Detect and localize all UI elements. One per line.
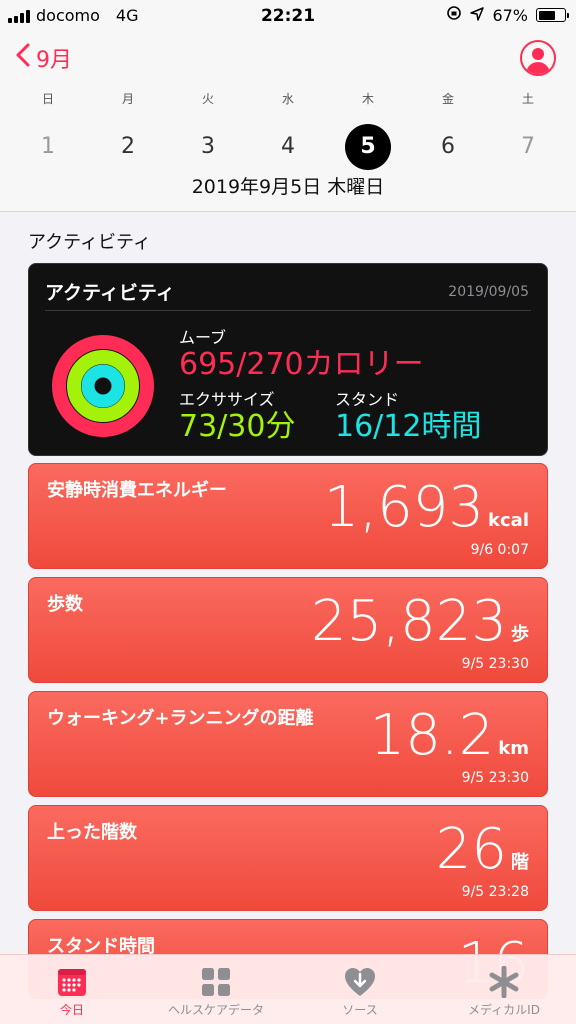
day-column[interactable]: 水4 <box>248 90 328 170</box>
steps-card[interactable]: 歩数 25,823 歩 9/5 23:30 <box>28 577 548 683</box>
weekday-label: 日 <box>41 92 54 106</box>
tab-bar: 今日 ヘルスケアデータ ソース メディカルID <box>0 954 576 1024</box>
weekday-label: 木 <box>361 92 374 106</box>
location-icon <box>470 6 485 25</box>
day-number[interactable]: 4 <box>265 124 311 170</box>
weekday-label: 土 <box>521 92 534 106</box>
card-unit: 階 <box>511 852 529 873</box>
day-number[interactable]: 7 <box>505 124 551 170</box>
battery-percent: 67% <box>492 5 528 25</box>
resting-energy-card[interactable]: 安静時消費エネルギー 1,693 kcal 9/6 0:07 <box>28 463 548 569</box>
tab-today[interactable]: 今日 <box>0 955 144 1024</box>
profile-button[interactable] <box>520 40 556 76</box>
selected-day-number[interactable]: 5 <box>345 124 391 170</box>
asterisk-icon <box>432 965 576 999</box>
tab-medical-id[interactable]: メディカルID <box>432 955 576 1024</box>
tab-label: メディカルID <box>468 1003 540 1017</box>
week-strip: 日1 月2 火3 水4 木5 金6 土7 <box>8 90 568 170</box>
card-unit: kcal <box>488 510 529 531</box>
card-timestamp: 9/5 23:30 <box>461 770 529 786</box>
weekday-label: 水 <box>281 92 294 106</box>
move-metric: ムーブ 695/270カロリー <box>179 324 424 382</box>
move-value: 695/270カロリー <box>179 347 424 382</box>
chevron-left-icon <box>16 43 30 73</box>
tab-label: 今日 <box>59 1003 84 1017</box>
move-label: ムーブ <box>179 328 227 347</box>
status-bar: docomo 4G 22:21 67% <box>0 0 576 32</box>
card-timestamp: 9/5 23:30 <box>461 656 529 672</box>
day-column[interactable]: 金6 <box>408 90 488 170</box>
battery-icon <box>536 8 569 22</box>
tab-sources[interactable]: ソース <box>288 955 432 1024</box>
divider <box>45 310 531 311</box>
card-value: 26 階 <box>435 817 529 882</box>
profile-icon <box>532 48 544 60</box>
day-column[interactable]: 火3 <box>168 90 248 170</box>
card-value: 18.2 km <box>369 703 529 768</box>
card-unit: km <box>498 738 529 759</box>
day-number[interactable]: 3 <box>185 124 231 170</box>
grid-icon <box>144 965 288 999</box>
section-title: アクティビティ <box>28 232 151 253</box>
day-number[interactable]: 1 <box>25 124 71 170</box>
stand-label: スタンド <box>335 390 400 409</box>
exercise-value: 73/30分 <box>179 409 296 444</box>
calendar-icon <box>0 965 144 999</box>
weekday-label: 金 <box>441 92 454 106</box>
selected-date-label: 2019年9月5日 木曜日 <box>191 176 385 198</box>
heart-download-icon <box>288 965 432 999</box>
card-timestamp: 9/6 0:07 <box>470 542 529 558</box>
card-label: 歩数 <box>47 594 83 615</box>
card-label: ウォーキング+ランニングの距離 <box>47 708 314 729</box>
card-value: 25,823 歩 <box>311 589 529 654</box>
exercise-label: エクササイズ <box>179 390 275 409</box>
tab-label: ヘルスケアデータ <box>167 1003 264 1017</box>
card-timestamp: 9/5 23:28 <box>461 884 529 900</box>
distance-card[interactable]: ウォーキング+ランニングの距離 18.2 km 9/5 23:30 <box>28 691 548 797</box>
card-unit: 歩 <box>511 624 529 645</box>
day-column[interactable]: 木5 <box>328 90 408 170</box>
exercise-metric: エクササイズ 73/30分 <box>179 386 295 444</box>
stand-value: 16/12時間 <box>335 409 482 444</box>
activity-card[interactable]: アクティビティ 2019/09/05 ムーブ 695/270カロリー エクササイ… <box>28 263 548 456</box>
weekday-label: 月 <box>121 92 134 106</box>
calendar-header: 9月 日1 月2 火3 水4 木5 金6 土7 2019年9月5日 木曜日 <box>0 32 576 212</box>
back-label: 9月 <box>36 48 72 73</box>
tab-label: ソース <box>342 1003 378 1017</box>
day-number[interactable]: 2 <box>105 124 151 170</box>
card-value: 1,693 kcal <box>323 475 529 540</box>
activity-card-date: 2019/09/05 <box>448 284 529 300</box>
tab-health-data[interactable]: ヘルスケアデータ <box>144 955 288 1024</box>
card-label: 安静時消費エネルギー <box>47 480 227 501</box>
back-button[interactable]: 9月 <box>16 42 72 74</box>
card-label: 上った階数 <box>47 822 137 843</box>
activity-rings-icon <box>49 332 157 440</box>
weekday-label: 火 <box>201 92 214 106</box>
day-column[interactable]: 土7 <box>488 90 568 170</box>
flights-climbed-card[interactable]: 上った階数 26 階 9/5 23:28 <box>28 805 548 911</box>
day-number[interactable]: 6 <box>425 124 471 170</box>
stand-metric: スタンド 16/12時間 <box>335 386 481 444</box>
activity-card-title: アクティビティ <box>45 282 175 304</box>
rotation-lock-icon <box>446 5 462 25</box>
day-column[interactable]: 日1 <box>8 90 88 170</box>
day-column[interactable]: 月2 <box>88 90 168 170</box>
